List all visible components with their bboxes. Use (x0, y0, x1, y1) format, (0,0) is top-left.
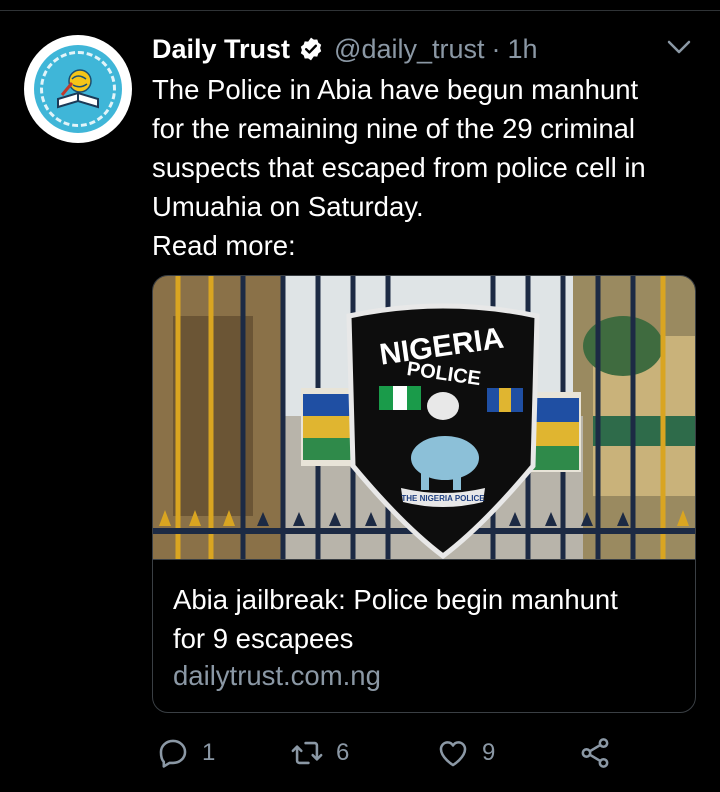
card-domain: dailytrust.com.ng (173, 660, 381, 691)
badge-ribbon-text: THE NIGERIA POLICE (401, 494, 485, 503)
retweet-count: 6 (336, 739, 350, 766)
avatar[interactable] (24, 35, 132, 143)
action-bar: 1 6 9 (152, 733, 622, 773)
author-handle[interactable]: @daily_trust (334, 34, 484, 65)
tweet-text-line: suspects that escaped from police cell i… (152, 152, 646, 183)
like-button[interactable]: 9 (436, 733, 495, 773)
heart-icon (439, 741, 467, 767)
tweet-text-line: Read more: (152, 230, 296, 261)
tweet-text-line: The Police in Abia have begun manhunt (152, 74, 639, 105)
reply-button[interactable]: 1 (156, 733, 215, 773)
card-divider (153, 559, 695, 560)
card-title-line: for 9 escapees (173, 623, 354, 654)
chevron-down-icon[interactable] (664, 36, 694, 58)
reply-icon (159, 739, 187, 768)
card-title[interactable]: Abia jailbreak: Police begin manhunt for… (173, 580, 683, 658)
avatar-logo (34, 45, 122, 133)
timestamp[interactable]: 1h (508, 34, 538, 65)
tweet-text: The Police in Abia have begun manhunt fo… (152, 70, 708, 265)
top-divider (0, 10, 720, 11)
verified-icon (298, 36, 324, 62)
author-name[interactable]: Daily Trust (152, 34, 290, 65)
link-card[interactable]: NIGERIA POLICE THE NIGERIA POLICE Abia j… (152, 275, 696, 713)
retweet-button[interactable]: 6 (290, 733, 349, 773)
tweet-text-line: Umuahia on Saturday. (152, 191, 424, 222)
share-button[interactable] (578, 733, 612, 773)
retweet-icon (291, 741, 323, 765)
tweet-header: Daily Trust @daily_trust · 1h (152, 30, 538, 68)
reply-count: 1 (202, 739, 216, 766)
card-image: NIGERIA POLICE THE NIGERIA POLICE (153, 276, 695, 559)
card-title-line: Abia jailbreak: Police begin manhunt (173, 584, 618, 615)
separator-dot: · (491, 33, 501, 64)
tweet-text-line: for the remaining nine of the 29 crimina… (152, 113, 636, 144)
like-count: 9 (482, 739, 496, 766)
share-icon (581, 738, 609, 768)
